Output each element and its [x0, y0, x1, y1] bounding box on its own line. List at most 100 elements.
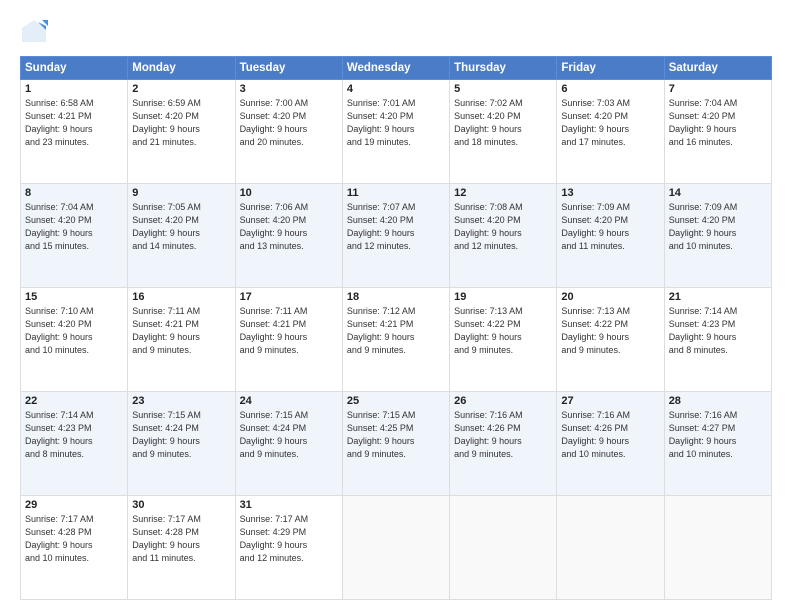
cell-info: Sunrise: 7:15 AMSunset: 4:24 PMDaylight:…: [240, 409, 338, 461]
day-number: 1: [25, 83, 123, 95]
cell-info: Sunrise: 7:15 AMSunset: 4:25 PMDaylight:…: [347, 409, 445, 461]
day-cell-2: 2 Sunrise: 6:59 AMSunset: 4:20 PMDaylight…: [128, 80, 235, 184]
cell-info: Sunrise: 7:11 AMSunset: 4:21 PMDaylight:…: [132, 305, 230, 357]
week-row-1: 8 Sunrise: 7:04 AMSunset: 4:20 PMDaylight…: [21, 184, 772, 288]
day-number: 26: [454, 395, 552, 407]
week-row-2: 15 Sunrise: 7:10 AMSunset: 4:20 PMDayligh…: [21, 288, 772, 392]
day-number: 5: [454, 83, 552, 95]
day-cell-19: 19 Sunrise: 7:13 AMSunset: 4:22 PMDayligh…: [450, 288, 557, 392]
cell-info: Sunrise: 7:06 AMSunset: 4:20 PMDaylight:…: [240, 201, 338, 253]
day-number: 15: [25, 291, 123, 303]
cell-info: Sunrise: 7:12 AMSunset: 4:21 PMDaylight:…: [347, 305, 445, 357]
day-number: 23: [132, 395, 230, 407]
cell-info: Sunrise: 7:17 AMSunset: 4:28 PMDaylight:…: [25, 513, 123, 565]
day-number: 30: [132, 499, 230, 511]
day-number: 16: [132, 291, 230, 303]
week-row-0: 1Sunrise: 6:58 AMSunset: 4:21 PMDaylight…: [21, 80, 772, 184]
week-row-4: 29Sunrise: 7:17 AMSunset: 4:28 PMDayligh…: [21, 496, 772, 600]
day-cell-11: 11 Sunrise: 7:07 AMSunset: 4:20 PMDayligh…: [342, 184, 449, 288]
cell-info: Sunrise: 7:09 AMSunset: 4:20 PMDaylight:…: [669, 201, 767, 253]
day-number: 27: [561, 395, 659, 407]
cell-info: Sunrise: 7:03 AMSunset: 4:20 PMDaylight:…: [561, 97, 659, 149]
day-cell-12: 12 Sunrise: 7:08 AMSunset: 4:20 PMDayligh…: [450, 184, 557, 288]
day-cell-28: 28 Sunrise: 7:16 AMSunset: 4:27 PMDayligh…: [664, 392, 771, 496]
day-cell-13: 13 Sunrise: 7:09 AMSunset: 4:20 PMDayligh…: [557, 184, 664, 288]
day-cell-14: 14 Sunrise: 7:09 AMSunset: 4:20 PMDayligh…: [664, 184, 771, 288]
day-number: 13: [561, 187, 659, 199]
day-cell-17: 17 Sunrise: 7:11 AMSunset: 4:21 PMDayligh…: [235, 288, 342, 392]
day-cell-10: 10Sunrise: 7:06 AMSunset: 4:20 PMDayligh…: [235, 184, 342, 288]
day-number: 11: [347, 187, 445, 199]
col-header-sunday: Sunday: [21, 57, 128, 80]
day-number: 8: [25, 187, 123, 199]
day-cell-20: 20 Sunrise: 7:13 AMSunset: 4:22 PMDayligh…: [557, 288, 664, 392]
cell-info: Sunrise: 7:11 AMSunset: 4:21 PMDaylight:…: [240, 305, 338, 357]
logo: [20, 18, 52, 46]
cell-info: Sunrise: 7:07 AMSunset: 4:20 PMDaylight:…: [347, 201, 445, 253]
day-number: 9: [132, 187, 230, 199]
cell-info: Sunrise: 7:04 AMSunset: 4:20 PMDaylight:…: [25, 201, 123, 253]
day-cell-25: 25Sunrise: 7:15 AMSunset: 4:25 PMDayligh…: [342, 392, 449, 496]
cell-info: Sunrise: 7:16 AMSunset: 4:27 PMDaylight:…: [669, 409, 767, 461]
cell-info: Sunrise: 7:13 AMSunset: 4:22 PMDaylight:…: [454, 305, 552, 357]
day-cell-16: 16 Sunrise: 7:11 AMSunset: 4:21 PMDayligh…: [128, 288, 235, 392]
day-number: 14: [669, 187, 767, 199]
day-number: 6: [561, 83, 659, 95]
cell-info: Sunrise: 7:00 AMSunset: 4:20 PMDaylight:…: [240, 97, 338, 149]
page: SundayMondayTuesdayWednesdayThursdayFrid…: [0, 0, 792, 612]
cell-info: Sunrise: 7:01 AMSunset: 4:20 PMDaylight:…: [347, 97, 445, 149]
col-header-monday: Monday: [128, 57, 235, 80]
day-cell-5: 5 Sunrise: 7:02 AMSunset: 4:20 PMDaylight…: [450, 80, 557, 184]
week-row-3: 22 Sunrise: 7:14 AMSunset: 4:23 PMDayligh…: [21, 392, 772, 496]
day-number: 7: [669, 83, 767, 95]
day-cell-1: 1Sunrise: 6:58 AMSunset: 4:21 PMDaylight…: [21, 80, 128, 184]
day-cell-24: 24 Sunrise: 7:15 AMSunset: 4:24 PMDayligh…: [235, 392, 342, 496]
cell-info: Sunrise: 7:15 AMSunset: 4:24 PMDaylight:…: [132, 409, 230, 461]
cell-info: Sunrise: 7:08 AMSunset: 4:20 PMDaylight:…: [454, 201, 552, 253]
day-cell-18: 18Sunrise: 7:12 AMSunset: 4:21 PMDayligh…: [342, 288, 449, 392]
day-number: 20: [561, 291, 659, 303]
day-cell-6: 6 Sunrise: 7:03 AMSunset: 4:20 PMDaylight…: [557, 80, 664, 184]
cell-info: Sunrise: 7:17 AMSunset: 4:28 PMDaylight:…: [132, 513, 230, 565]
empty-cell: [342, 496, 449, 600]
day-cell-3: 3 Sunrise: 7:00 AMSunset: 4:20 PMDaylight…: [235, 80, 342, 184]
day-number: 3: [240, 83, 338, 95]
day-number: 21: [669, 291, 767, 303]
empty-cell: [664, 496, 771, 600]
cell-info: Sunrise: 7:02 AMSunset: 4:20 PMDaylight:…: [454, 97, 552, 149]
cell-info: Sunrise: 7:14 AMSunset: 4:23 PMDaylight:…: [669, 305, 767, 357]
empty-cell: [557, 496, 664, 600]
day-cell-21: 21 Sunrise: 7:14 AMSunset: 4:23 PMDayligh…: [664, 288, 771, 392]
day-cell-23: 23 Sunrise: 7:15 AMSunset: 4:24 PMDayligh…: [128, 392, 235, 496]
day-cell-26: 26 Sunrise: 7:16 AMSunset: 4:26 PMDayligh…: [450, 392, 557, 496]
day-number: 12: [454, 187, 552, 199]
day-number: 31: [240, 499, 338, 511]
day-cell-8: 8 Sunrise: 7:04 AMSunset: 4:20 PMDaylight…: [21, 184, 128, 288]
cell-info: Sunrise: 7:10 AMSunset: 4:20 PMDaylight:…: [25, 305, 123, 357]
day-cell-4: 4 Sunrise: 7:01 AMSunset: 4:20 PMDaylight…: [342, 80, 449, 184]
cell-info: Sunrise: 7:05 AMSunset: 4:20 PMDaylight:…: [132, 201, 230, 253]
day-number: 4: [347, 83, 445, 95]
cell-info: Sunrise: 7:16 AMSunset: 4:26 PMDaylight:…: [454, 409, 552, 461]
day-cell-7: 7 Sunrise: 7:04 AMSunset: 4:20 PMDaylight…: [664, 80, 771, 184]
day-number: 28: [669, 395, 767, 407]
col-header-friday: Friday: [557, 57, 664, 80]
header: [20, 18, 772, 46]
day-number: 2: [132, 83, 230, 95]
day-cell-9: 9 Sunrise: 7:05 AMSunset: 4:20 PMDaylight…: [128, 184, 235, 288]
cell-info: Sunrise: 7:14 AMSunset: 4:23 PMDaylight:…: [25, 409, 123, 461]
day-number: 22: [25, 395, 123, 407]
col-header-thursday: Thursday: [450, 57, 557, 80]
day-cell-29: 29Sunrise: 7:17 AMSunset: 4:28 PMDayligh…: [21, 496, 128, 600]
day-number: 24: [240, 395, 338, 407]
day-number: 19: [454, 291, 552, 303]
cell-info: Sunrise: 7:09 AMSunset: 4:20 PMDaylight:…: [561, 201, 659, 253]
cell-info: Sunrise: 6:59 AMSunset: 4:20 PMDaylight:…: [132, 97, 230, 149]
cell-info: Sunrise: 7:16 AMSunset: 4:26 PMDaylight:…: [561, 409, 659, 461]
cell-info: Sunrise: 7:17 AMSunset: 4:29 PMDaylight:…: [240, 513, 338, 565]
cell-info: Sunrise: 7:13 AMSunset: 4:22 PMDaylight:…: [561, 305, 659, 357]
cell-info: Sunrise: 7:04 AMSunset: 4:20 PMDaylight:…: [669, 97, 767, 149]
day-number: 17: [240, 291, 338, 303]
day-cell-27: 27 Sunrise: 7:16 AMSunset: 4:26 PMDayligh…: [557, 392, 664, 496]
col-header-saturday: Saturday: [664, 57, 771, 80]
